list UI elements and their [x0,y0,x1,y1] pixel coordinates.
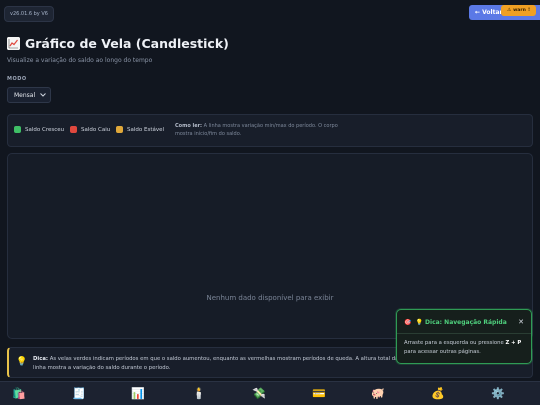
tip-text: Dica: As velas verdes indicam períodos e… [33,355,405,373]
toast-body: Arraste para a esquerda ou pressione Z +… [404,339,526,357]
bar-chart-icon: 📊 [131,387,145,400]
empty-chart-message: Nenhum dado disponível para exibir [206,294,334,302]
nav-candle[interactable]: 🕯️ [190,385,208,402]
mode-label: MODO [7,76,27,82]
legend-item-fell: Saldo Caiu [70,126,110,133]
money-bag-icon: 💰 [431,387,445,400]
credit-card-icon: 💳 [312,387,326,400]
navigation-tip-toast: 🎯 💡 Dica: Navegação Rápida ✕ Arraste par… [396,309,532,364]
close-icon[interactable]: ✕ [518,318,524,326]
money-wings-icon: 💸 [252,387,266,400]
toast-header: 🎯 💡 Dica: Navegação Rápida ✕ [404,318,524,326]
version-badge: v26.01.6 by V6 [4,6,54,22]
toast-body-end: para acessar outras páginas. [404,349,481,355]
legend-panel: Saldo Cresceu Saldo Caiu Saldo Estável C… [7,114,533,147]
yellow-swatch [116,126,123,133]
nav-money-bag[interactable]: 💰 [429,385,447,402]
tip-label: Dica: [33,356,49,362]
receipt-icon: 🧾 [72,387,86,400]
legend-label: Saldo Estável [127,126,165,133]
page-title: Gráfico de Vela (Candlestick) [7,36,229,51]
nav-money-wings[interactable]: 💸 [250,385,268,402]
gear-icon: ⚙️ [491,387,505,400]
page-root: v26.01.6 by V6 ← Voltar ⚠ warn ! Gráfico… [0,0,540,405]
how-to-read: Como ler: A linha mostra variação min/ma… [175,122,355,138]
chart-increasing-icon [7,37,20,50]
nav-credit-card[interactable]: 💳 [310,385,328,402]
chevron-down-icon [40,92,46,99]
nav-piggy-bank[interactable]: 🐖 [369,385,387,402]
legend-label: Saldo Cresceu [25,126,65,133]
warn-badge[interactable]: ⚠ warn ! [501,5,536,16]
legend-item-grew: Saldo Cresceu [14,126,64,133]
warn-label: warn [513,8,526,13]
lightbulb-icon: 💡 [16,357,28,367]
piggy-bank-icon: 🐖 [371,387,385,400]
green-swatch [14,126,21,133]
candle-icon: 🕯️ [192,387,206,400]
toast-title: 💡 Dica: Navegação Rápida [415,318,507,326]
bottom-navigation: 🛍️ 🧾 📊 🕯️ 💸 💳 🐖 💰 ⚙️ [0,381,540,405]
mode-selected-value: Mensal [14,91,36,99]
how-to-read-label: Como ler: [175,123,203,129]
warn-count: ! [527,8,531,13]
nav-bar-chart[interactable]: 📊 [129,385,147,402]
red-swatch [70,126,77,133]
warning-icon: ⚠ [506,8,512,13]
page-subtitle: Visualize a variação do saldo ao longo d… [7,57,153,64]
nav-receipt[interactable]: 🧾 [70,385,88,402]
shopping-bags-icon: 🛍️ [12,387,26,400]
toast-shortcut: Z + P [505,340,522,346]
target-icon: 🎯 [404,318,412,326]
tip-body: As velas verdes indicam períodos em que … [33,356,399,371]
toast-body-start: Arraste para a esquerda ou pressione [404,340,504,346]
legend-item-stable: Saldo Estável [116,126,164,133]
nav-settings[interactable]: ⚙️ [489,385,507,402]
toast-divider [397,333,531,334]
mode-select[interactable]: Mensal [7,87,51,103]
legend-label: Saldo Caiu [81,126,111,133]
nav-shopping-bags[interactable]: 🛍️ [10,385,28,402]
page-title-text: Gráfico de Vela (Candlestick) [25,36,229,51]
